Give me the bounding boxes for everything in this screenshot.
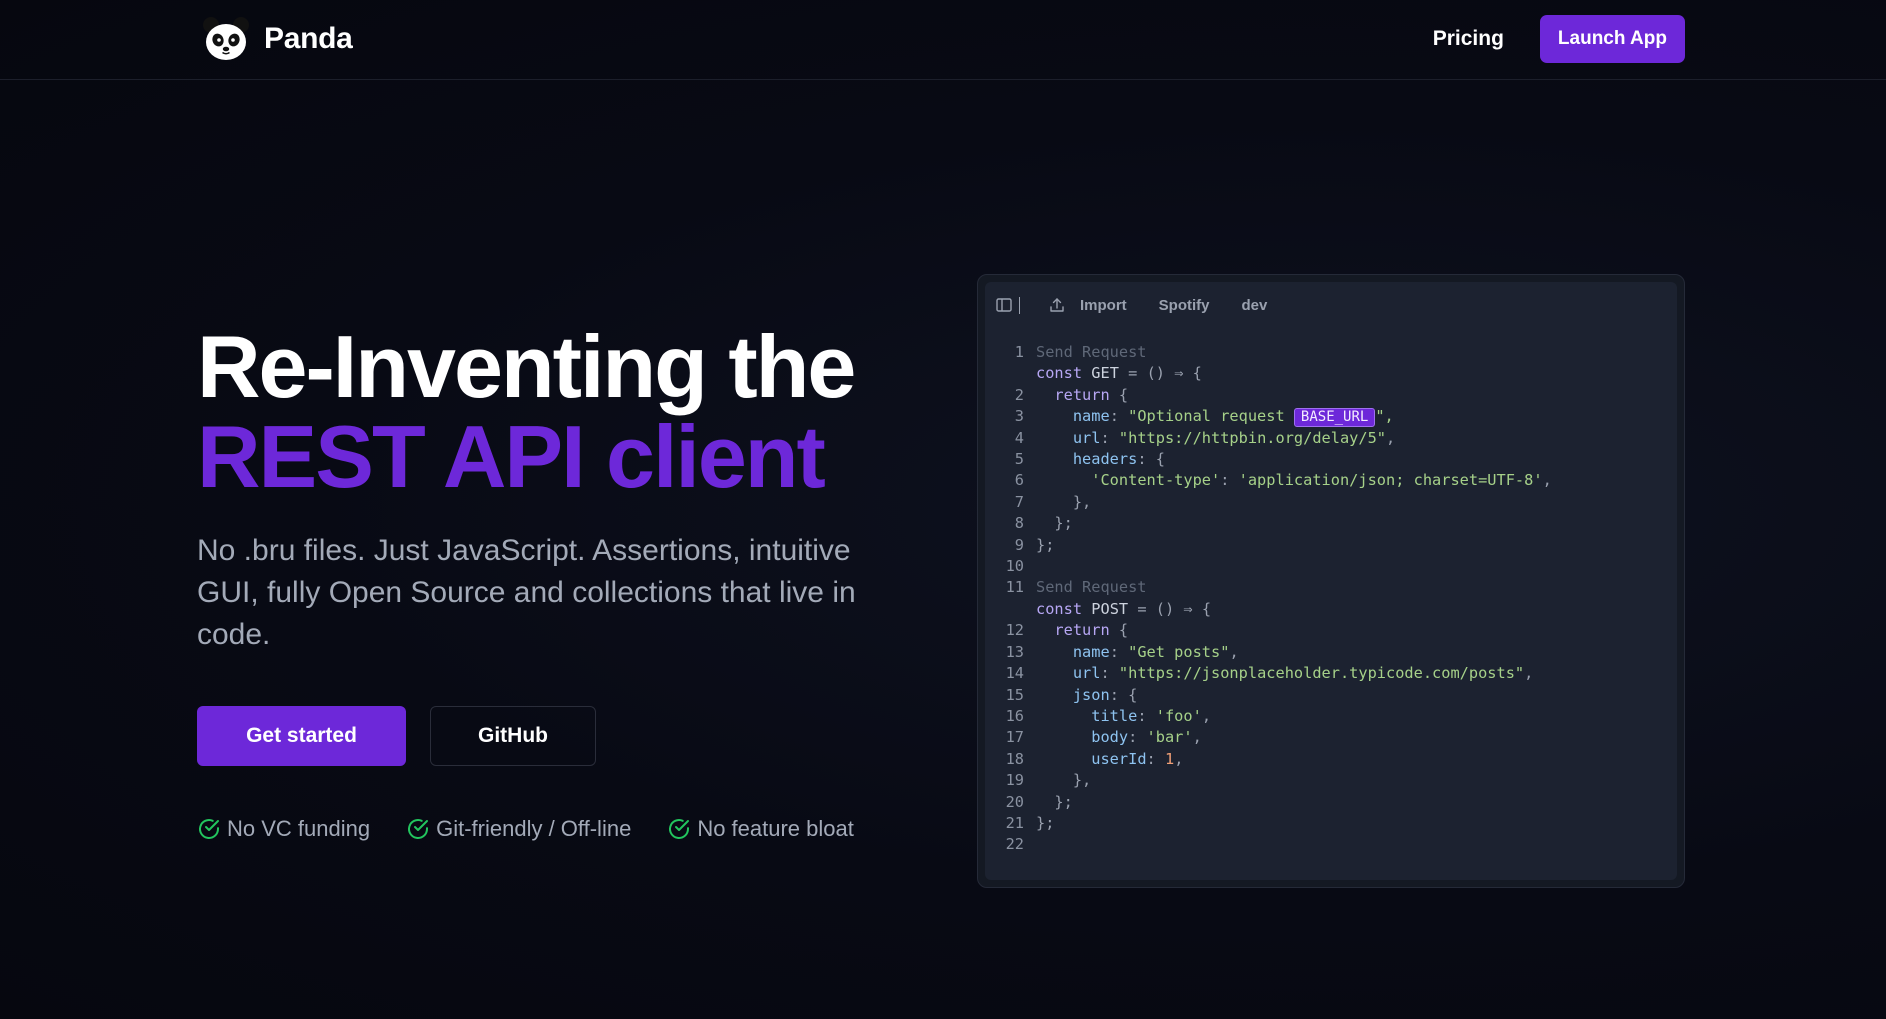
- nav-link-pricing[interactable]: Pricing: [1433, 27, 1504, 51]
- import-button[interactable]: Import: [1080, 297, 1127, 314]
- upload-icon[interactable]: [1048, 296, 1066, 314]
- code-line: 1 Send Request: [1014, 343, 1147, 361]
- code-line: 7 },: [1014, 492, 1092, 511]
- code-line: 10: [1005, 557, 1024, 576]
- github-button[interactable]: GitHub: [430, 706, 596, 766]
- send-request-codelens[interactable]: Send Request: [1036, 578, 1147, 596]
- toolbar-divider: [1019, 296, 1020, 314]
- feature-item: No VC funding: [197, 816, 370, 842]
- hero-subtitle: No .bru files. Just JavaScript. Assertio…: [197, 534, 856, 651]
- landing-page: Panda Pricing Launch App Re-Inventing th…: [0, 0, 1886, 1019]
- code-line: 20 };: [1005, 792, 1073, 811]
- code-line: 2 return {: [1014, 385, 1129, 404]
- code-line: const POST = () ⇒ {: [1036, 599, 1212, 618]
- feature-label: No feature bloat: [697, 816, 854, 841]
- editor-toolbar: Import Spotify dev: [995, 290, 1299, 320]
- hero-section: Re-Inventing the REST API client No .bru…: [197, 322, 917, 842]
- feature-label: Git-friendly / Off-line: [436, 816, 632, 841]
- feature-list: No VC funding Git-friendly / Off-line No…: [197, 816, 917, 842]
- code-line: 4 url: "https://httpbin.org/delay/5",: [1014, 428, 1396, 447]
- send-request-codelens[interactable]: Send Request: [1036, 343, 1147, 361]
- code-line: 5 headers: {: [1014, 450, 1165, 469]
- env-variable-tag[interactable]: BASE_URL: [1293, 408, 1376, 428]
- code-line: 3 name: "Optional request BASE_URL ",: [1014, 407, 1394, 428]
- code-line: 12 return {: [1005, 621, 1129, 640]
- hero-title-line2: REST API client: [197, 407, 826, 506]
- environment-selector[interactable]: dev: [1242, 297, 1268, 314]
- code-block: 1 Send Request const GET = () ⇒ { 2 return …: [985, 342, 1552, 856]
- hero-title: Re-Inventing the REST API client: [197, 322, 917, 502]
- code-line: 19 },: [1005, 771, 1092, 790]
- launch-app-button[interactable]: Launch App: [1539, 15, 1685, 63]
- collection-selector[interactable]: Spotify: [1159, 297, 1210, 314]
- code-line: 14 url: "https://jsonplaceholder.typicod…: [1005, 664, 1534, 683]
- brand[interactable]: Panda: [202, 16, 353, 62]
- feature-item: No feature bloat: [667, 816, 854, 842]
- code-line: 6 'Content-type': 'application/json; cha…: [1014, 471, 1552, 490]
- sidebar-toggle-icon[interactable]: [995, 296, 1013, 314]
- code-line: 8 };: [1014, 514, 1073, 533]
- code-line: 18 userId: 1,: [1005, 749, 1184, 768]
- code-line: 17 body: 'bar',: [1005, 728, 1202, 747]
- feature-item: Git-friendly / Off-line: [406, 816, 631, 842]
- check-circle-icon: [669, 819, 690, 839]
- code-line: 15 json: {: [1005, 685, 1138, 704]
- panda-logo-icon: [203, 17, 249, 60]
- code-line: 21};: [1005, 813, 1055, 832]
- code-preview-panel: Import Spotify dev 1 Send Request const GE…: [977, 274, 1685, 888]
- feature-label: No VC funding: [227, 816, 371, 841]
- code-line: 22: [1005, 835, 1024, 854]
- hero-title-line1: Re-Inventing the: [197, 317, 856, 416]
- code-line: 13 name: "Get posts",: [1005, 642, 1239, 661]
- code-line: 11 Send Request: [1005, 578, 1147, 597]
- code-line: 16 title: 'foo',: [1005, 706, 1212, 725]
- nav-actions: Pricing Launch App: [1433, 15, 1685, 63]
- top-nav: Panda Pricing Launch App: [0, 0, 1886, 80]
- editor: Import Spotify dev 1 Send Request const GE…: [985, 282, 1677, 880]
- brand-name: Panda: [264, 22, 353, 55]
- check-circle-icon: [199, 819, 219, 839]
- code-line: const GET = () ⇒ {: [1036, 364, 1202, 383]
- code-line: 9};: [1014, 535, 1055, 554]
- get-started-button[interactable]: Get started: [197, 706, 406, 766]
- cta-group: Get started GitHub: [197, 706, 917, 766]
- check-circle-icon: [408, 819, 429, 839]
